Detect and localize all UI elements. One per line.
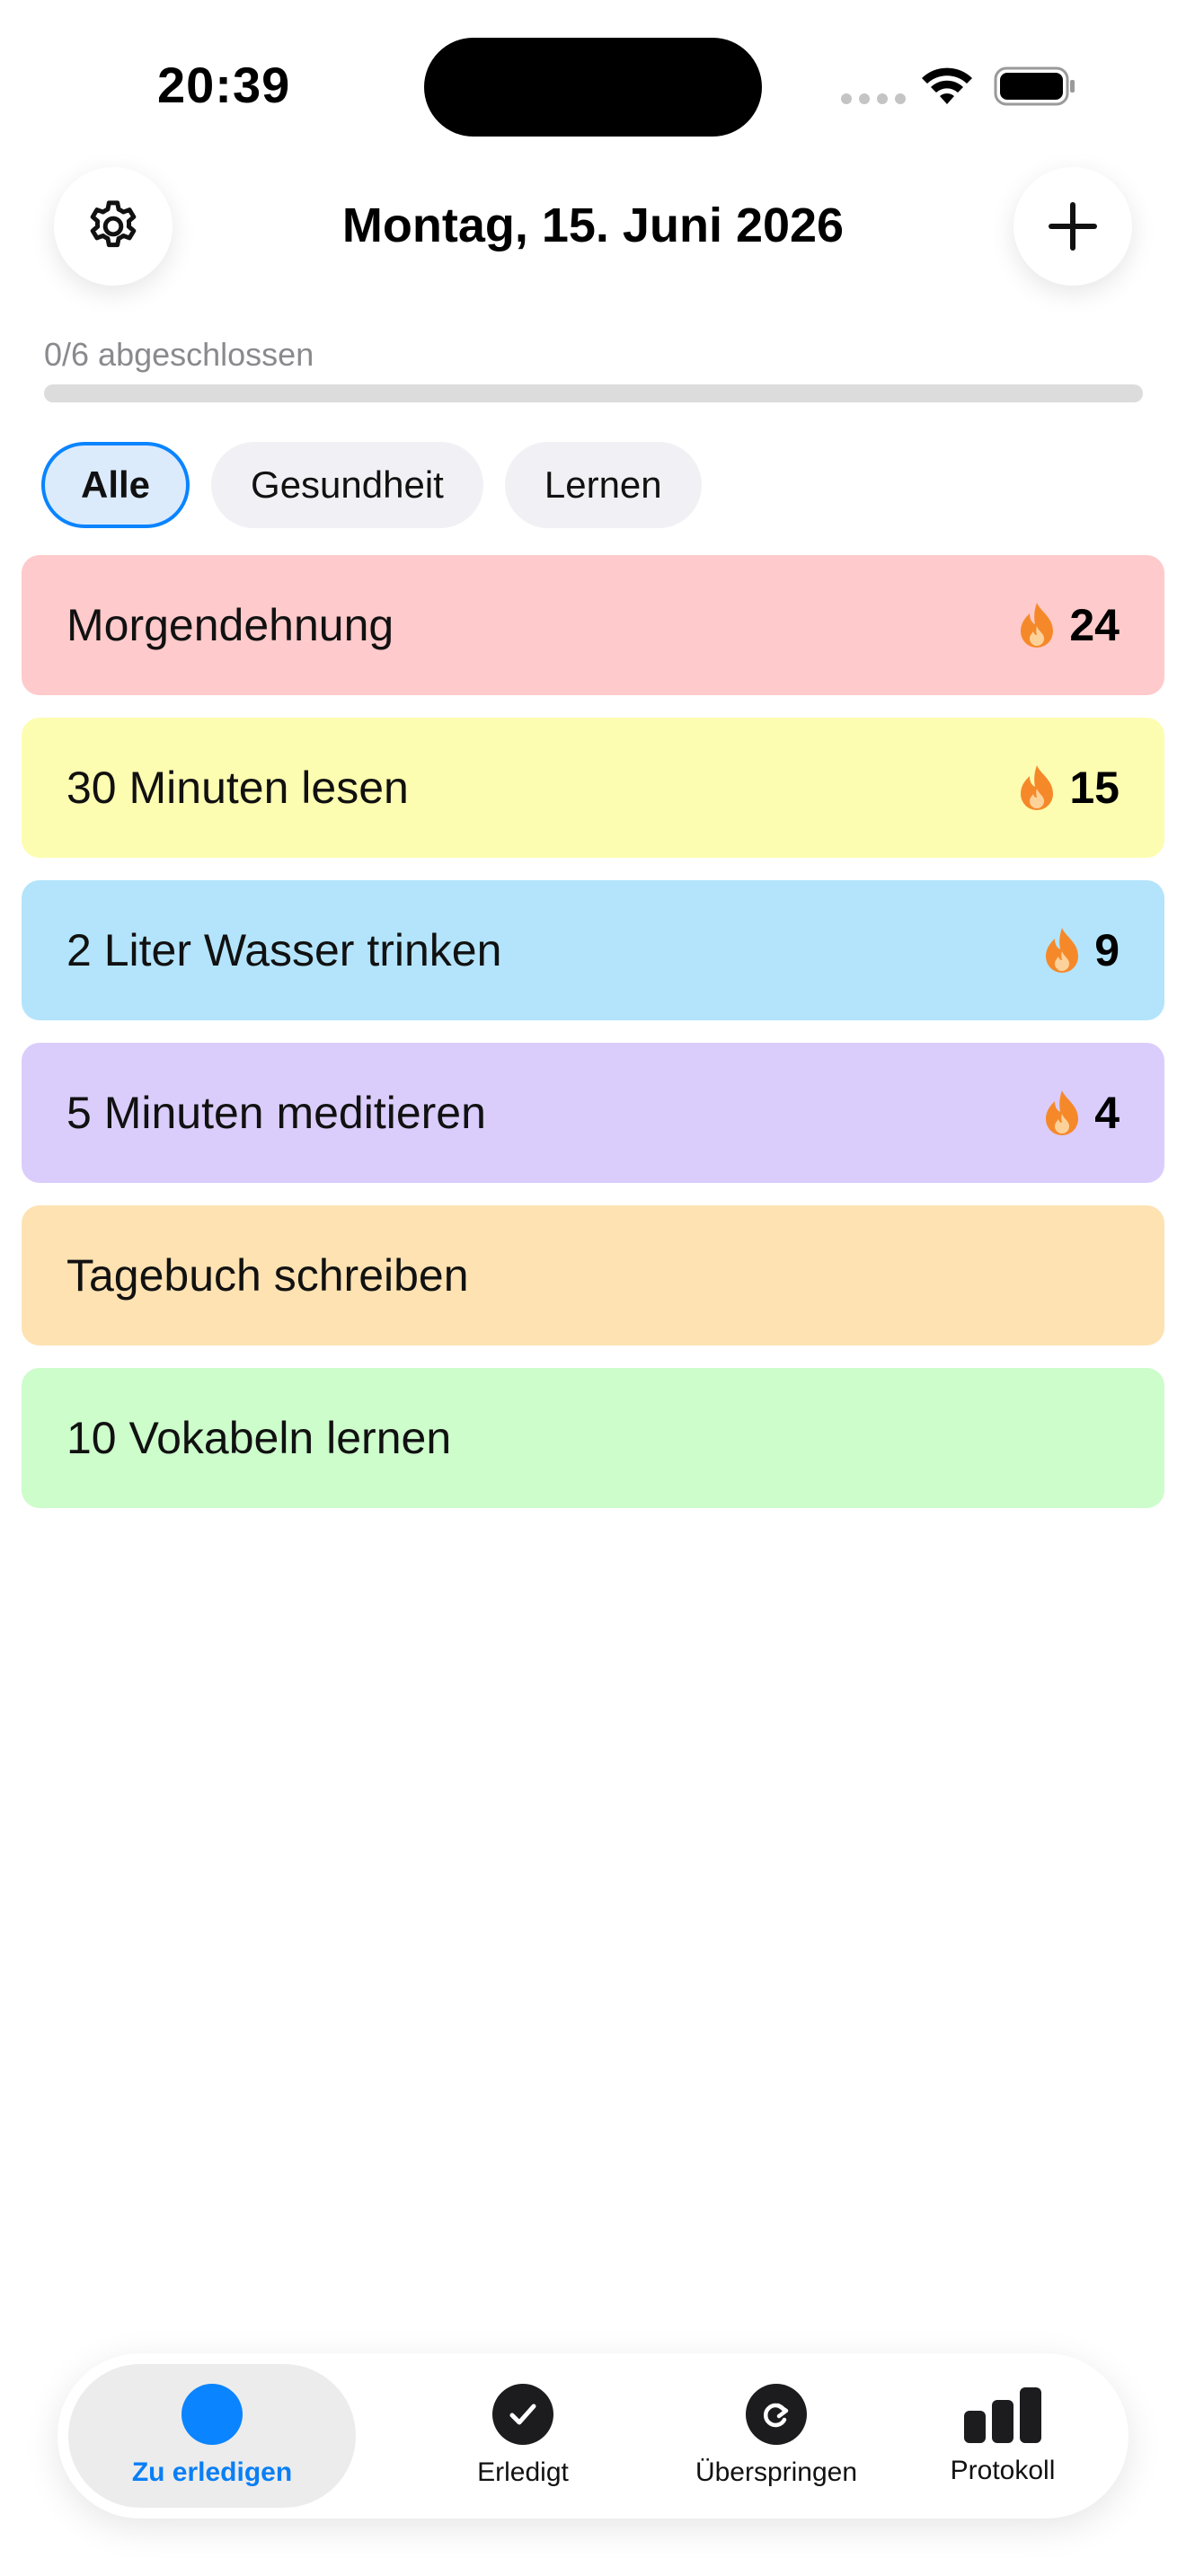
streak-badge: 4 bbox=[1042, 1087, 1120, 1139]
category-filter: Alle Gesundheit Lernen bbox=[41, 442, 702, 528]
habit-tracker-screen: 20:39 Montag, 15. Juni 2026 0/6 abgeschl… bbox=[0, 0, 1186, 2576]
progress-bar bbox=[44, 384, 1143, 402]
habit-name: 30 Minuten lesen bbox=[66, 763, 409, 813]
flame-icon bbox=[1021, 603, 1054, 648]
flame-icon bbox=[1046, 1090, 1079, 1135]
habit-name: Morgendehnung bbox=[66, 600, 394, 650]
streak-count: 24 bbox=[1069, 600, 1120, 650]
filter-chip-lernen[interactable]: Lernen bbox=[504, 442, 702, 528]
habit-card[interactable]: Morgendehnung 24 bbox=[22, 555, 1164, 695]
habit-card[interactable]: 10 Vokabeln lernen bbox=[22, 1368, 1164, 1508]
page-title: Montag, 15. Juni 2026 bbox=[341, 198, 845, 252]
habit-card[interactable]: Tagebuch schreiben bbox=[22, 1205, 1164, 1345]
habit-name: 5 Minuten meditieren bbox=[66, 1088, 486, 1138]
checkmark-icon bbox=[492, 2384, 553, 2445]
flame-icon bbox=[1021, 765, 1054, 810]
tab-erledigt[interactable]: Erledigt bbox=[379, 2364, 667, 2508]
filter-chip-gesundheit[interactable]: Gesundheit bbox=[211, 442, 483, 528]
battery-icon bbox=[994, 66, 1075, 106]
flame-icon bbox=[1046, 928, 1079, 973]
habit-card[interactable]: 5 Minuten meditieren 4 bbox=[22, 1043, 1164, 1183]
habit-name: 10 Vokabeln lernen bbox=[66, 1413, 452, 1463]
streak-badge: 15 bbox=[1017, 762, 1120, 814]
progress-label: 0/6 abgeschlossen bbox=[44, 336, 314, 373]
streak-badge: 24 bbox=[1017, 599, 1120, 651]
plus-icon bbox=[1049, 202, 1097, 251]
streak-badge: 9 bbox=[1042, 924, 1120, 976]
tab-protokoll[interactable]: Protokoll bbox=[886, 2364, 1120, 2508]
wifi-icon bbox=[922, 67, 972, 104]
habit-name: Tagebuch schreiben bbox=[66, 1250, 469, 1301]
habit-card[interactable]: 2 Liter Wasser trinken 9 bbox=[22, 880, 1164, 1020]
habit-list: Morgendehnung 24 30 Minuten lesen 15 2 L… bbox=[22, 555, 1164, 1531]
skip-arrow-icon bbox=[746, 2384, 807, 2445]
streak-count: 4 bbox=[1094, 1088, 1120, 1138]
cellular-signal-icon bbox=[841, 93, 906, 104]
add-habit-button[interactable] bbox=[1013, 167, 1132, 286]
habit-card[interactable]: 30 Minuten lesen 15 bbox=[22, 718, 1164, 858]
tab-bar: Zu erledigen Erledigt Überspringen Proto… bbox=[58, 2353, 1128, 2519]
bar-chart-icon bbox=[964, 2387, 1041, 2443]
habit-name: 2 Liter Wasser trinken bbox=[66, 925, 502, 975]
tab-ueberspringen[interactable]: Überspringen bbox=[633, 2364, 920, 2508]
streak-count: 15 bbox=[1069, 763, 1120, 813]
tab-label: Protokoll bbox=[950, 2456, 1056, 2485]
dynamic-island bbox=[424, 38, 762, 137]
filter-chip-alle[interactable]: Alle bbox=[41, 442, 190, 528]
settings-button[interactable] bbox=[54, 167, 173, 286]
tab-label: Überspringen bbox=[695, 2457, 858, 2487]
gear-icon bbox=[90, 200, 137, 248]
status-time: 20:39 bbox=[157, 57, 291, 113]
tab-zu-erledigen[interactable]: Zu erledigen bbox=[68, 2364, 356, 2508]
streak-count: 9 bbox=[1094, 925, 1120, 975]
circle-icon bbox=[181, 2384, 243, 2445]
tab-label: Zu erledigen bbox=[131, 2457, 293, 2487]
tab-label: Erledigt bbox=[477, 2457, 569, 2487]
